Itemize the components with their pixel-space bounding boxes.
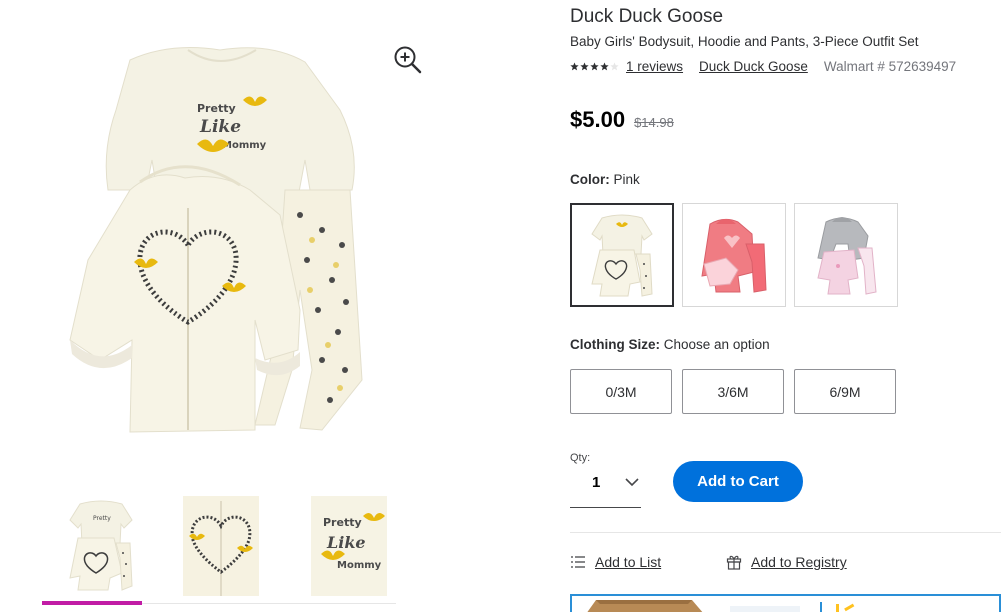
add-to-registry-link[interactable]: Add to Registry: [726, 554, 847, 570]
chevron-down-icon: [625, 478, 639, 487]
add-to-registry-label: Add to Registry: [751, 554, 847, 570]
thumbnail-1[interactable]: Pretty: [62, 495, 140, 597]
qty-select[interactable]: 1: [570, 466, 641, 508]
main-product-image[interactable]: Pretty Like Mommy: [60, 40, 380, 440]
size-options: 0/3M 3/6M 6/9M: [570, 369, 896, 414]
size-option-3-6m[interactable]: 3/6M: [682, 369, 784, 414]
svg-text:Mommy: Mommy: [222, 140, 267, 151]
star-filled-icon: [600, 62, 609, 71]
product-meta-row: 1 reviews Duck Duck Goose Walmart # 5726…: [570, 59, 956, 74]
color-swatch-cream[interactable]: [570, 203, 674, 307]
color-swatch-coral[interactable]: [682, 203, 786, 307]
star-rating: [570, 62, 619, 71]
zoom-button[interactable]: [390, 42, 424, 76]
star-filled-icon: [590, 62, 599, 71]
thumbnail-3[interactable]: Pretty Like Mommy: [310, 495, 388, 597]
product-name: Baby Girls' Bodysuit, Hoodie and Pants, …: [570, 34, 919, 49]
color-label-title: Color:: [570, 172, 610, 187]
list-icon: [571, 556, 585, 568]
color-selected-value: Pink: [613, 172, 640, 187]
color-label: Color: Pink: [570, 172, 640, 187]
zoom-in-icon: [394, 46, 422, 74]
svg-text:Pretty: Pretty: [323, 516, 362, 529]
thumbnail-strip: Pretty Pretty Like Mommy: [42, 495, 402, 605]
star-filled-icon: [570, 62, 579, 71]
svg-text:Like: Like: [326, 533, 366, 552]
svg-text:Like: Like: [199, 117, 241, 137]
star-empty-icon: [610, 62, 619, 71]
gift-icon: [726, 555, 742, 570]
price-row: $5.00 $14.98: [570, 107, 674, 133]
svg-text:Pretty: Pretty: [197, 102, 236, 115]
brand-link[interactable]: Duck Duck Goose: [699, 59, 808, 74]
current-price: $5.00: [570, 107, 626, 132]
add-to-list-label: Add to List: [595, 554, 662, 570]
qty-value: 1: [592, 474, 601, 491]
size-option-0-3m[interactable]: 0/3M: [570, 369, 672, 414]
product-details: Duck Duck Goose Baby Girls' Bodysuit, Ho…: [570, 0, 1001, 612]
add-to-cart-button[interactable]: Add to Cart: [673, 461, 803, 502]
was-price: $14.98: [634, 115, 674, 130]
reviews-link[interactable]: 1 reviews: [626, 59, 683, 74]
star-filled-icon: [580, 62, 589, 71]
size-selected-value: Choose an option: [663, 337, 770, 352]
color-swatch-pink-gray[interactable]: [794, 203, 898, 307]
divider: [570, 532, 1001, 533]
size-label-title: Clothing Size:: [570, 337, 660, 352]
size-option-6-9m[interactable]: 6/9M: [794, 369, 896, 414]
thumbnail-active-indicator: [42, 601, 142, 605]
sku-text: Walmart # 572639497: [823, 59, 957, 74]
add-to-list-link[interactable]: Add to List: [570, 554, 661, 570]
product-gallery: Pretty Like Mommy Pretty Pretty Like Mom…: [0, 0, 470, 612]
color-swatches: [570, 203, 898, 307]
qty-label: Qty:: [570, 452, 591, 464]
product-brand-title: Duck Duck Goose: [570, 6, 724, 27]
promo-banner[interactable]: [570, 594, 1001, 612]
size-label: Clothing Size: Choose an option: [570, 337, 770, 352]
svg-text:Pretty: Pretty: [93, 515, 111, 522]
svg-text:Mommy: Mommy: [337, 560, 382, 571]
thumbnail-2[interactable]: [182, 495, 260, 597]
